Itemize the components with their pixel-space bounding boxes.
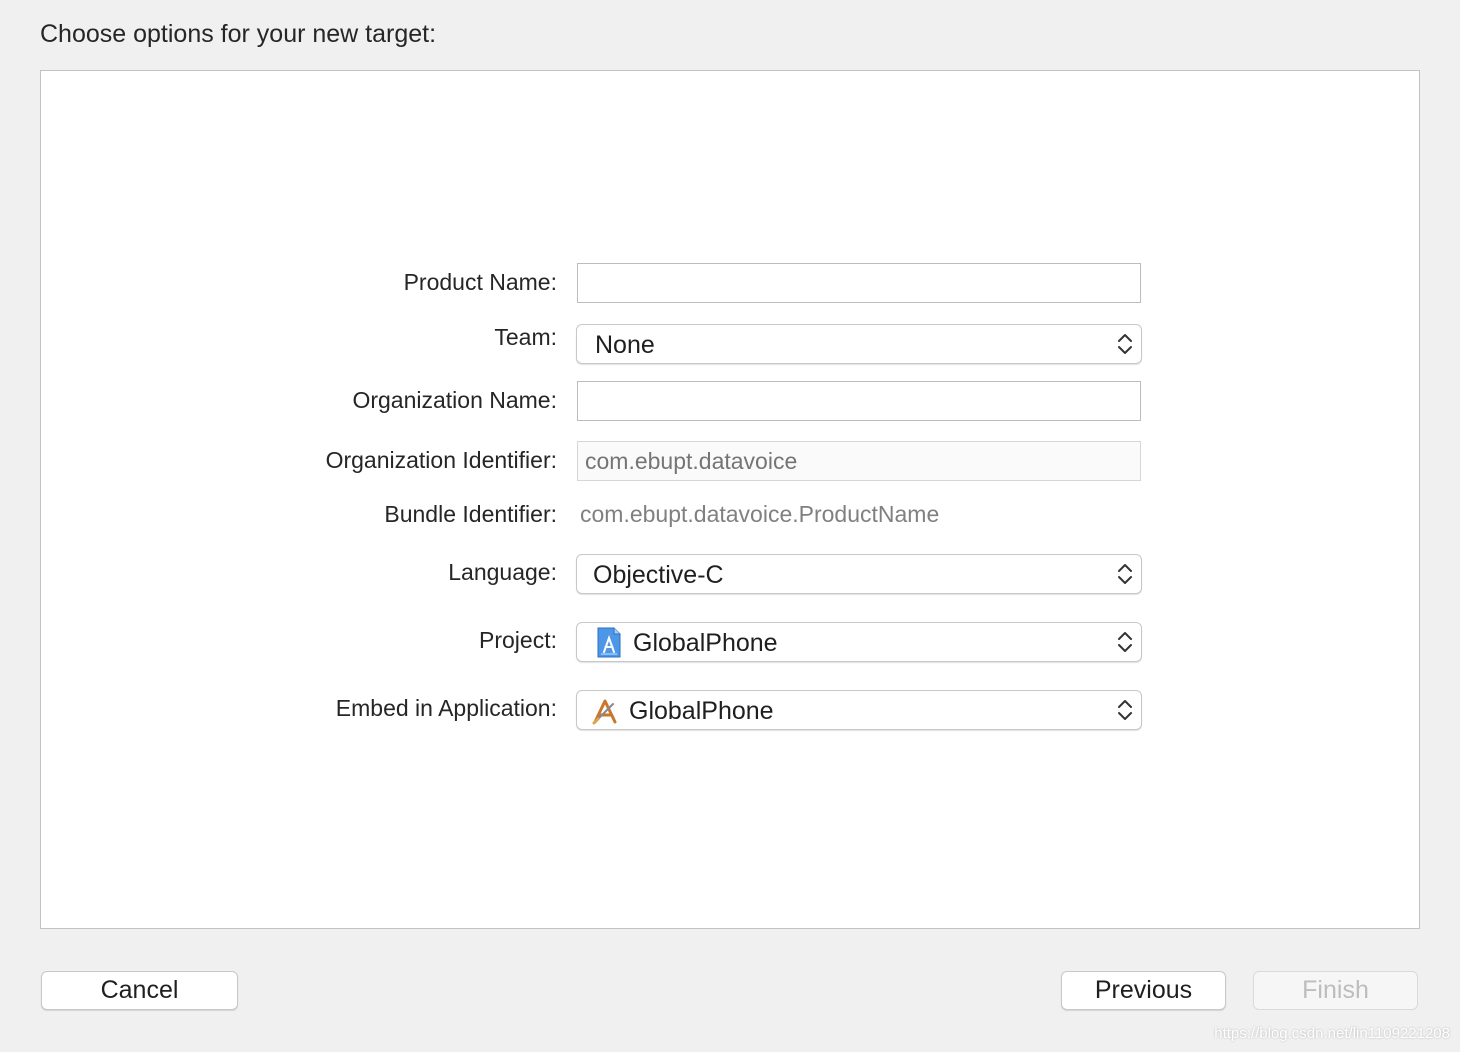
embed-in-application-label: Embed in Application: [335,695,557,721]
product-name-field[interactable] [577,263,1141,303]
embed-in-application-popup-value: GlobalPhone [629,697,774,725]
options-panel [40,70,1420,929]
organization-identifier-field[interactable] [577,441,1141,481]
language-label: Language: [448,559,557,585]
organization-name-field[interactable] [577,381,1141,421]
project-label: Project: [479,627,557,653]
finish-button: Finish [1253,971,1418,1010]
project-popup-value: GlobalPhone [633,629,778,657]
cancel-button[interactable]: Cancel [41,971,238,1010]
language-popup-value: Objective-C [593,561,724,589]
bundle-identifier-label: Bundle Identifier: [384,501,557,527]
language-popup[interactable]: Objective-C [576,554,1142,594]
team-label: Team: [494,324,557,350]
organization-identifier-label: Organization Identifier: [325,447,557,473]
chevron-up-down-icon [1118,564,1132,584]
bundle-identifier-value: com.ebupt.datavoice.ProductName [580,501,940,527]
chevron-up-down-icon [1118,334,1132,354]
chevron-up-down-icon [1118,632,1132,652]
dialog-title: Choose options for your new target: [40,20,437,48]
watermark-text: https://blog.csdn.net/lin1109221208 [1214,1025,1450,1042]
app-icon [592,699,617,725]
team-popup-value: None [595,331,655,359]
organization-name-label: Organization Name: [352,387,557,413]
project-popup[interactable]: GlobalPhone [576,622,1142,662]
product-name-label: Product Name: [403,269,557,295]
previous-button[interactable]: Previous [1061,971,1226,1010]
embed-in-application-popup[interactable]: GlobalPhone [576,690,1142,730]
xcode-project-icon [597,627,621,658]
chevron-up-down-icon [1118,700,1132,720]
team-popup[interactable]: None [576,324,1142,364]
